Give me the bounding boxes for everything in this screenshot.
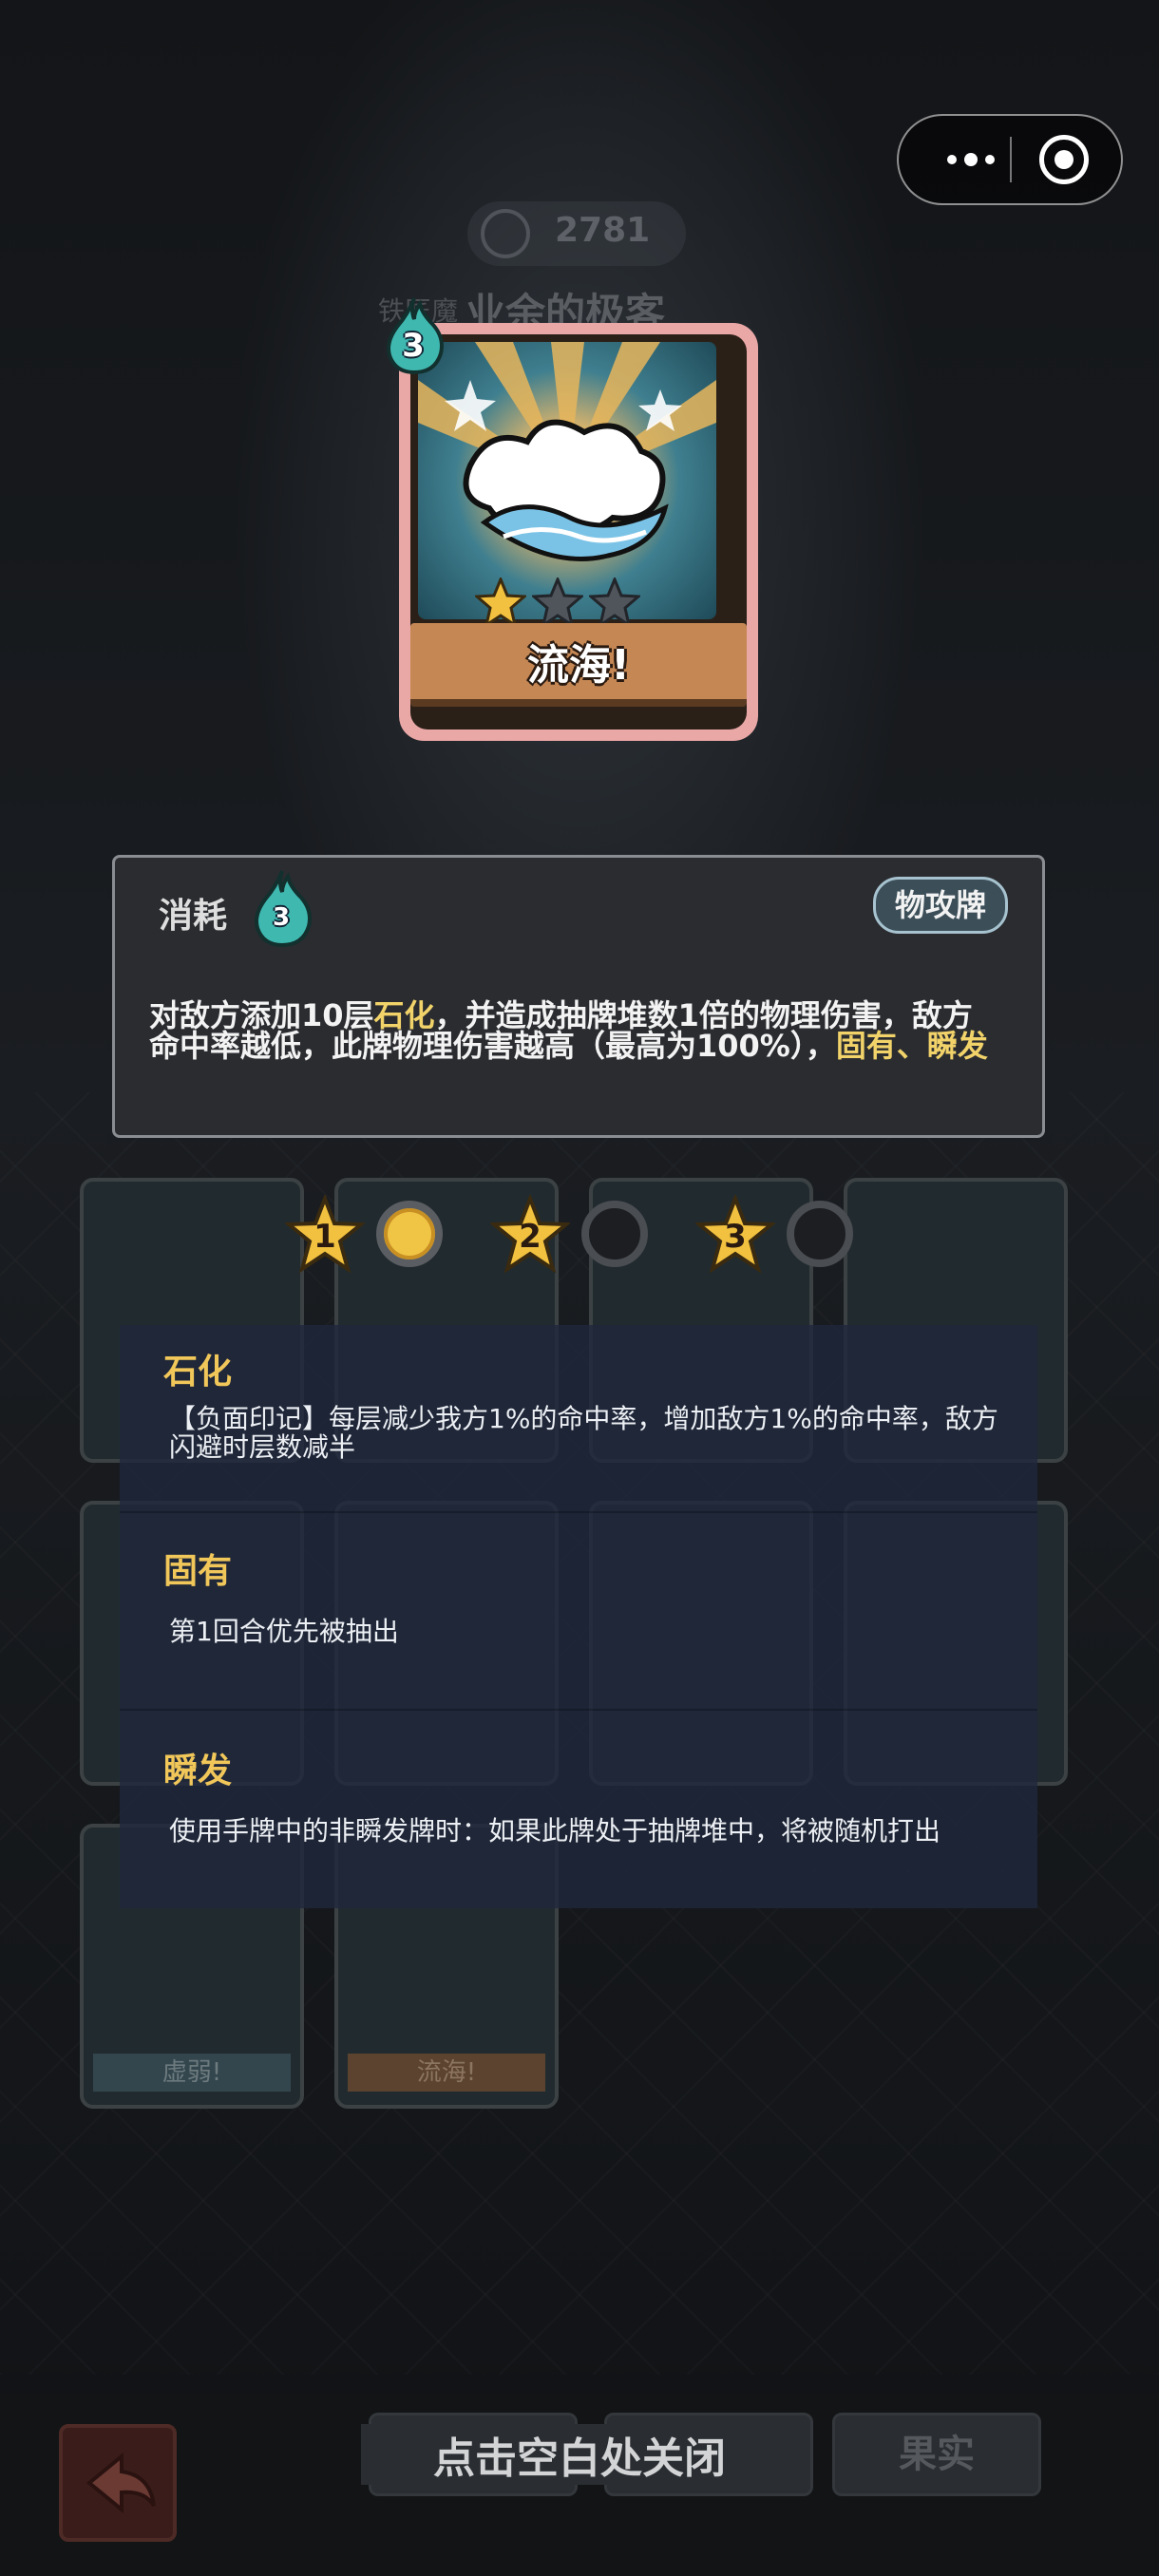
star-empty-icon (532, 578, 583, 627)
deck-card-label: 虚弱! (93, 2054, 291, 2092)
upgrade-level-row: 1 2 3 (283, 1187, 874, 1282)
miniprogram-capsule (897, 114, 1123, 205)
score-icon (481, 209, 530, 258)
upgrade-level-number: 1 (314, 1218, 336, 1256)
score-pill: 2781 (467, 201, 686, 266)
upgrade-slot-filled (376, 1201, 443, 1267)
keyword-tooltip-panel: 石化 【负面印记】每层减少我方1%的命中率，增加敌方1%的命中率，敌方闪避时层数… (120, 1325, 1037, 1908)
tooltip-body: 使用手牌中的非瞬发牌时：如果此牌处于抽牌堆中，将被随机打出 (169, 1815, 941, 1847)
keyword-instant[interactable]: 瞬发 (927, 1028, 988, 1064)
tooltip-section-instant: 瞬发 使用手牌中的非瞬发牌时：如果此牌处于抽牌堆中，将被随机打出 (120, 1711, 1037, 1908)
upgrade-slot-empty (581, 1201, 648, 1267)
star-empty-icon (589, 578, 640, 627)
card-type-tag: 物攻牌 (872, 877, 1008, 934)
keyword-separator: 、 (896, 1028, 927, 1064)
capsule-divider (1010, 137, 1012, 182)
star-filled-icon (475, 578, 526, 627)
card-cost-value: 3 (402, 327, 425, 365)
target-circle-icon[interactable] (1039, 135, 1089, 184)
tooltip-body: 第1回合优先被抽出 (169, 1616, 399, 1647)
keyword-innate[interactable]: 固有 (836, 1028, 897, 1064)
deck-card-label: 流海! (348, 2054, 545, 2092)
card-name: 流海! (526, 641, 631, 690)
upgrade-level-star[interactable]: 1 (283, 1193, 367, 1275)
tooltip-title: 瞬发 (163, 1752, 233, 1790)
tooltip-title: 固有 (163, 1552, 233, 1591)
consume-label: 消耗 (159, 897, 228, 936)
tap-to-close-hint[interactable]: 点击空白处关闭 (361, 2424, 798, 2485)
tooltip-section-innate: 固有 第1回合优先被抽出 (120, 1513, 1037, 1709)
upgrade-slot-empty (787, 1201, 853, 1267)
tooltip-title: 石化 (163, 1353, 233, 1392)
card-name-banner: 流海! (410, 623, 747, 707)
card-cost-badge: 3 (386, 294, 448, 375)
card-description-text: 对敌方添加10层石化，并造成抽牌堆数1倍的物理伤害，敌方命中率越低，此牌物理伤害… (149, 1000, 1000, 1061)
consume-cost-value: 3 (272, 903, 291, 932)
back-button[interactable] (59, 2424, 177, 2542)
upgrade-level-number: 2 (519, 1218, 542, 1256)
card-description-panel: 消耗 3 物攻牌 对敌方添加10层石化，并造成抽牌堆数1倍的物理伤害，敌方命中率… (112, 855, 1045, 1138)
consume-cost-badge: 3 (254, 867, 316, 948)
upgrade-level-star[interactable]: 2 (488, 1193, 572, 1275)
upgrade-level-number: 3 (724, 1218, 747, 1256)
back-arrow-icon (86, 2452, 156, 2514)
tooltip-section-petrify: 石化 【负面印记】每层减少我方1%的命中率，增加敌方1%的命中率，敌方闪避时层数… (120, 1325, 1037, 1511)
fruit-tab-button[interactable]: 果实 (832, 2413, 1041, 2496)
upgrade-level-star[interactable]: 3 (694, 1193, 777, 1275)
score-value: 2781 (555, 211, 651, 250)
card-star-rating (475, 578, 640, 627)
more-dots-icon[interactable] (923, 116, 1018, 203)
card-preview: 流海! (399, 323, 758, 741)
tooltip-body: 【负面印记】每层减少我方1%的命中率，增加敌方1%的命中率，敌方闪避时层数减半 (169, 1403, 998, 1463)
